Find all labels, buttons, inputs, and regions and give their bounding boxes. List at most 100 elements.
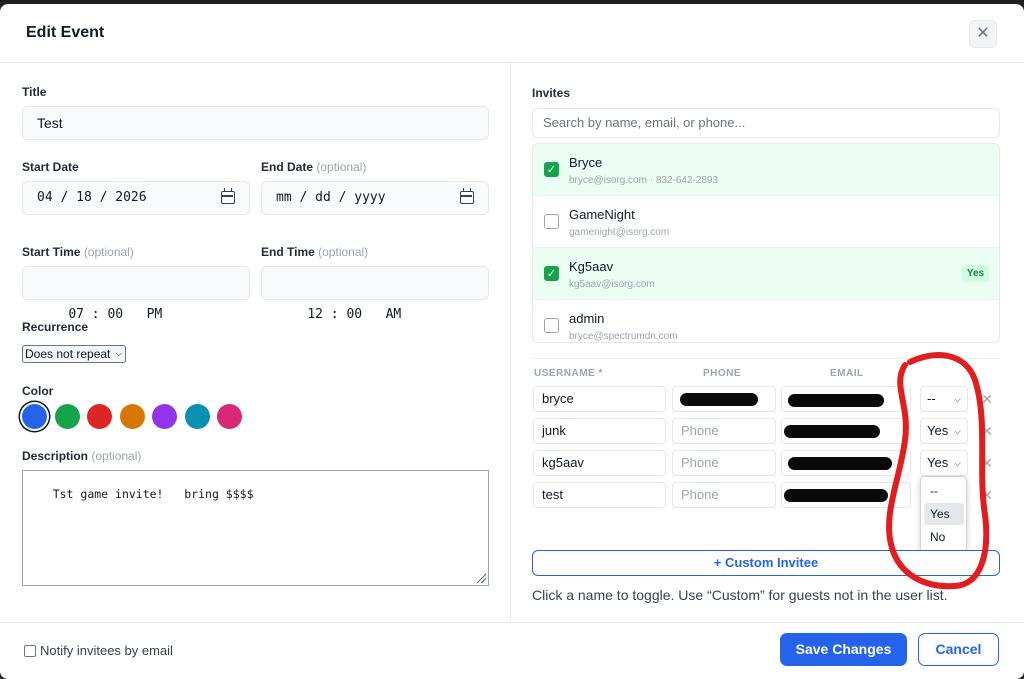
notify-label[interactable]: Notify invitees by email [40, 643, 173, 658]
email-input[interactable] [781, 450, 911, 476]
start-date-input[interactable]: 04 / 18 / 2026 [22, 181, 250, 215]
optional-tag: (optional) [318, 245, 369, 259]
close-button[interactable]: ✕ [969, 20, 997, 48]
redaction-mark [784, 425, 880, 438]
email-input[interactable] [781, 418, 911, 444]
end-time-input[interactable]: 12 : 00 AM [261, 266, 489, 322]
chevron-down-icon: ⌵ [954, 426, 961, 436]
end-time-value: 12 : 00 AM [307, 307, 402, 322]
start-date-value: 04 / 18 / 2026 [37, 190, 147, 205]
optional-tag: (optional) [83, 245, 134, 259]
phone-input[interactable] [672, 386, 776, 412]
save-changes-button[interactable]: Save Changes [780, 633, 907, 666]
rsvp-option-no[interactable]: No [924, 526, 964, 548]
redaction-mark [788, 394, 884, 407]
invitee-name: Bryce [569, 155, 603, 170]
phone-input[interactable]: Phone [672, 450, 776, 476]
phone-placeholder: Phone [681, 487, 719, 502]
checkbox-unchecked[interactable] [544, 318, 559, 333]
invitee-row-gamenight[interactable]: GameNight gamenight@isorg.com [533, 196, 999, 248]
start-time-label-text: Start Time [22, 245, 81, 259]
title-input[interactable]: Test [22, 106, 489, 140]
title-label: Title [22, 85, 47, 99]
rsvp-value: Yes [927, 455, 949, 470]
chevron-down-icon: ⌵ [954, 394, 961, 404]
end-date-input[interactable]: mm / dd / yyyy [261, 181, 489, 215]
email-input[interactable] [781, 386, 911, 412]
description-label: Description (optional) [22, 449, 141, 463]
search-placeholder: Search by name, email, or phone... [543, 115, 746, 130]
col-header-email: EMAIL [830, 368, 864, 379]
rsvp-yes-badge: Yes [962, 265, 989, 282]
end-date-label-text: End Date [261, 160, 314, 174]
checkbox-checked[interactable]: ✓ [544, 266, 559, 281]
remove-icon[interactable]: ✕ [979, 391, 995, 407]
color-swatch[interactable] [152, 404, 177, 429]
rsvp-option-none[interactable]: -- [924, 480, 964, 502]
resize-handle[interactable] [476, 573, 486, 583]
username-input[interactable]: kg5aav [533, 450, 666, 476]
calendar-icon[interactable] [460, 188, 474, 204]
invitee-contact: bryce@isorg.com · 832-642-2893 [569, 175, 719, 186]
remove-icon[interactable]: ✕ [979, 487, 995, 503]
color-swatch[interactable] [54, 404, 80, 429]
rsvp-option-yes[interactable]: Yes [924, 503, 964, 525]
invitee-row-kg5aav[interactable]: ✓ Kg5aav kg5aav@isorg.com [533, 248, 999, 300]
invite-search-input[interactable]: Search by name, email, or phone... [532, 108, 1000, 138]
rsvp-select[interactable]: Yes ⌵ [920, 450, 968, 476]
email-input[interactable] [781, 482, 911, 508]
invite-hint-text: Click a name to toggle. Use “Custom” for… [532, 587, 948, 603]
cancel-button[interactable]: Cancel [918, 633, 999, 666]
title-input-value: Test [37, 115, 63, 131]
phone-placeholder: Phone [681, 423, 719, 438]
invites-label: Invites [532, 86, 571, 100]
remove-icon[interactable]: ✕ [979, 423, 995, 439]
redaction-mark [680, 393, 758, 406]
rsvp-value: -- [927, 391, 936, 406]
start-date-label: Start Date [22, 160, 79, 174]
checkbox-checked[interactable]: ✓ [544, 162, 559, 177]
rsvp-dropdown-menu: -- Yes No [920, 476, 967, 552]
phone-input[interactable]: Phone [672, 418, 776, 444]
checkbox-unchecked[interactable] [544, 214, 559, 229]
col-header-username: USERNAME * [534, 368, 603, 379]
username-input[interactable]: bryce [533, 386, 666, 412]
username-input[interactable]: junk [533, 418, 666, 444]
username-input[interactable]: test [533, 482, 666, 508]
notify-checkbox[interactable] [24, 645, 36, 657]
close-icon: ✕ [976, 25, 990, 42]
custom-invitee-button[interactable]: + Custom Invitee [532, 550, 1000, 576]
column-divider [510, 63, 511, 622]
start-time-input[interactable]: 07 : 00 PM [22, 266, 250, 322]
recurrence-select[interactable]: Does not repeat ⌵ [22, 345, 126, 363]
rsvp-select[interactable]: Yes ⌵ [920, 418, 968, 444]
phone-input[interactable]: Phone [672, 482, 776, 508]
invitee-row-admin[interactable]: admin bryce@spectrumdn.com [533, 300, 999, 342]
invitee-name: GameNight [569, 207, 635, 222]
invitee-contact: bryce@spectrumdn.com [569, 331, 678, 342]
calendar-icon[interactable] [221, 188, 235, 204]
end-time-label: End Time (optional) [261, 245, 368, 259]
color-swatch[interactable] [87, 404, 112, 429]
rsvp-select[interactable]: -- ⌵ [920, 386, 968, 412]
edit-event-modal: Edit Event ✕ Title Test Start Date 04 / … [0, 4, 1024, 679]
end-date-value: mm / dd / yyyy [276, 190, 386, 205]
modal-header: Edit Event ✕ [0, 4, 1024, 63]
color-swatch[interactable] [184, 404, 210, 429]
modal-title: Edit Event [26, 24, 105, 41]
col-header-phone: PHONE [703, 368, 742, 379]
color-swatch[interactable] [217, 404, 242, 429]
color-swatch[interactable] [119, 404, 145, 429]
color-swatch[interactable] [22, 404, 47, 429]
invitee-contact: gamenight@isorg.com [569, 227, 670, 238]
redaction-mark [788, 457, 892, 470]
invitee-list: ✓ Bryce bryce@isorg.com · 832-642-2893 G… [532, 143, 1000, 343]
color-label: Color [22, 384, 54, 398]
remove-icon[interactable]: ✕ [979, 455, 995, 471]
description-label-text: Description [22, 449, 89, 463]
description-textarea[interactable]: Tst game invite! bring $$$$ [22, 470, 489, 586]
recurrence-value: Does not repeat [25, 347, 111, 361]
end-date-label: End Date (optional) [261, 160, 366, 174]
invitee-row-bryce[interactable]: ✓ Bryce bryce@isorg.com · 832-642-2893 [533, 144, 999, 196]
rsvp-value: Yes [927, 423, 949, 438]
